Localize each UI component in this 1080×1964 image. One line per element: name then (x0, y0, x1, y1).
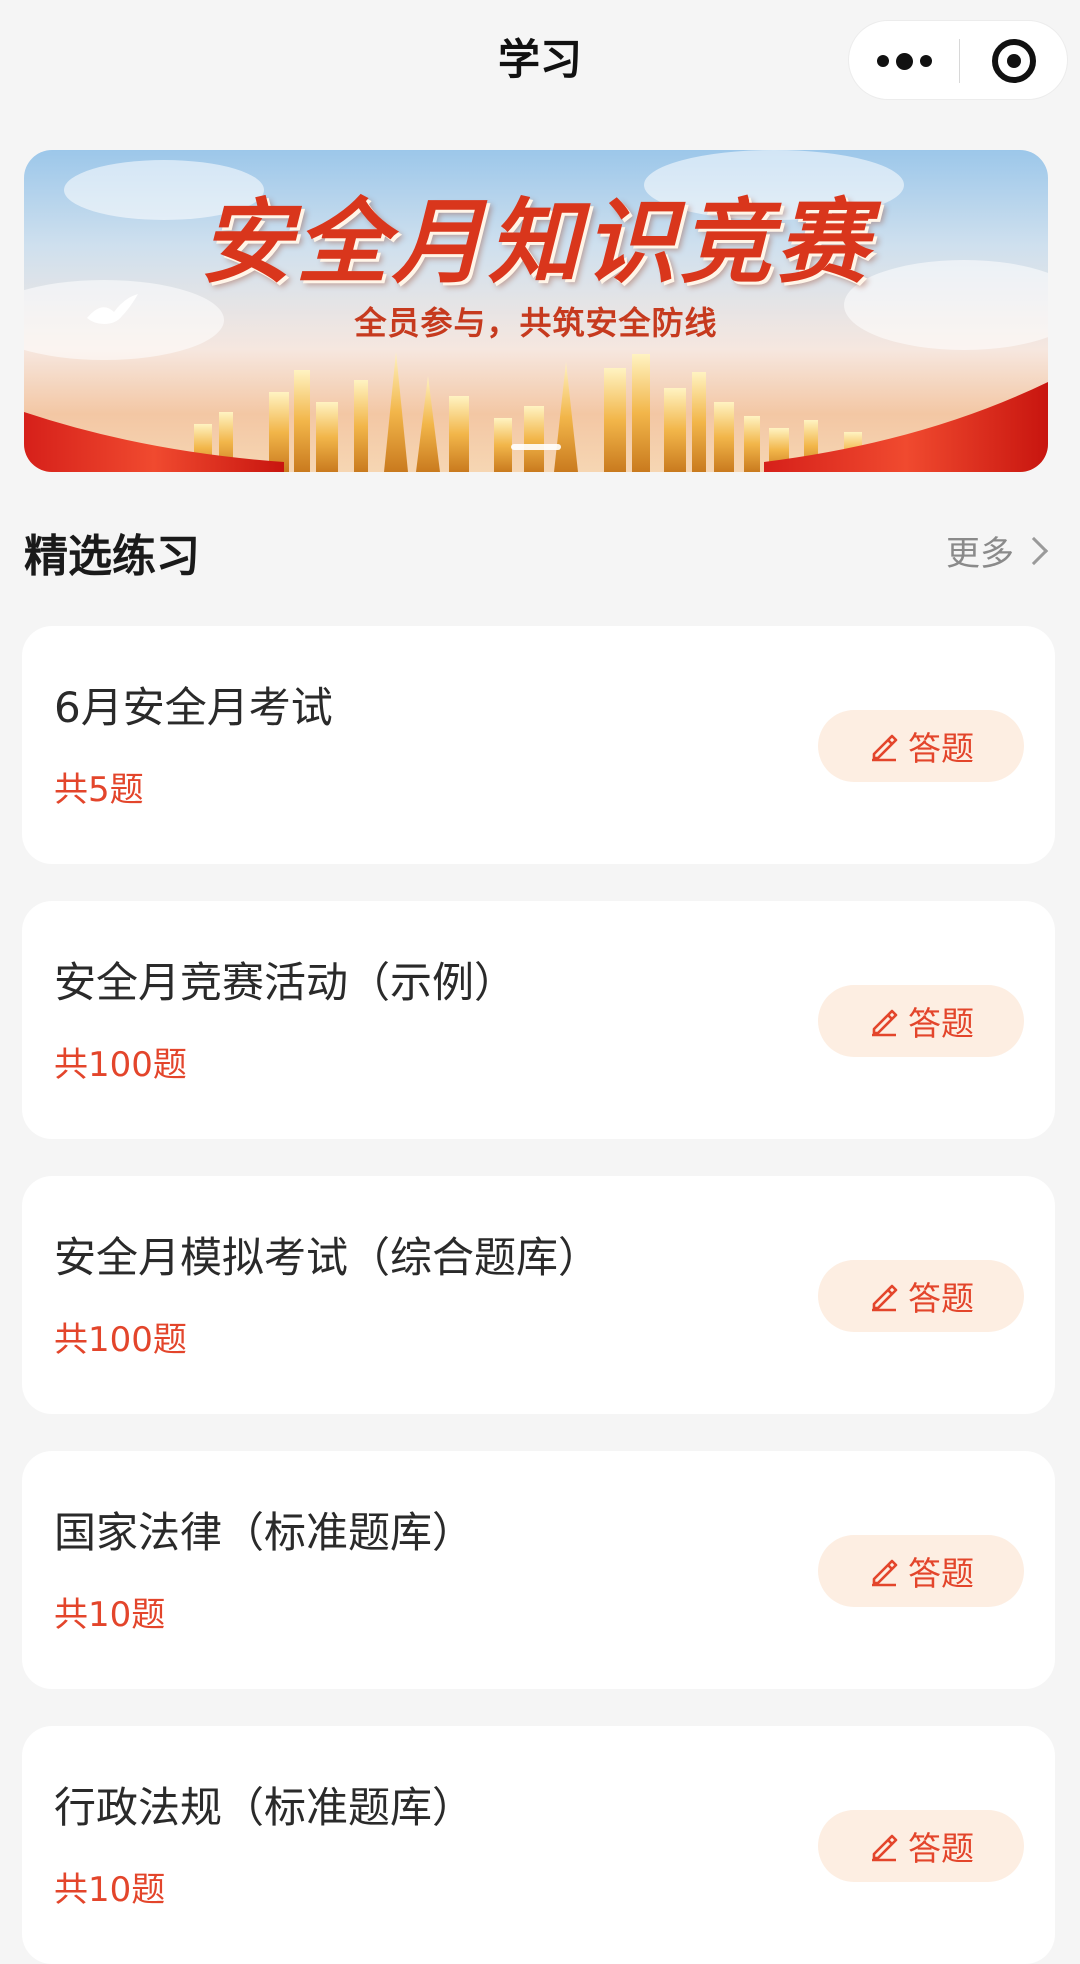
question-count: 共10题 (54, 1870, 166, 1910)
banner-carousel[interactable]: 安全月知识竞赛 全员参与，共筑安全防线 (24, 150, 1048, 472)
answer-button-label: 答题 (908, 1004, 974, 1043)
practice-title: 安全月模拟考试（综合题库） (54, 1233, 601, 1282)
practice-card[interactable]: 行政法规（标准题库） 共10题 答题 (22, 1726, 1055, 1964)
answer-button-label: 答题 (908, 1554, 974, 1593)
question-count: 共5题 (54, 770, 144, 810)
pencil-icon (872, 1009, 898, 1037)
practice-title: 行政法规（标准题库） (54, 1783, 475, 1832)
navigation-bar: 学习 (0, 0, 1080, 118)
banner-title: 安全月知识竞赛 (199, 188, 872, 296)
answer-button-label: 答题 (908, 1829, 974, 1868)
section-header: 精选练习 更多 (24, 510, 1049, 590)
capsule-target-icon[interactable] (959, 21, 1069, 101)
answer-button[interactable]: 答题 (818, 1260, 1024, 1332)
more-link-label: 更多 (946, 534, 1014, 574)
answer-button[interactable]: 答题 (818, 710, 1024, 782)
pencil-icon (872, 1559, 898, 1587)
pencil-icon (872, 1834, 898, 1862)
practice-title: 安全月竞赛活动（示例） (54, 958, 517, 1007)
question-count: 共100题 (54, 1320, 187, 1360)
pencil-icon (872, 1284, 898, 1312)
practice-card[interactable]: 安全月模拟考试（综合题库） 共100题 答题 (22, 1176, 1055, 1414)
question-count: 共100题 (54, 1045, 187, 1085)
pencil-icon (872, 734, 898, 762)
practice-title: 6月安全月考试 (54, 683, 333, 732)
answer-button-label: 答题 (908, 729, 974, 768)
practice-card[interactable]: 安全月竞赛活动（示例） 共100题 答题 (22, 901, 1055, 1139)
more-dots-icon[interactable] (849, 21, 959, 101)
practice-card[interactable]: 6月安全月考试 共5题 答题 (22, 626, 1055, 864)
practice-title: 国家法律（标准题库） (54, 1508, 475, 1557)
answer-button[interactable]: 答题 (818, 1810, 1024, 1882)
answer-button[interactable]: 答题 (818, 1535, 1024, 1607)
answer-button[interactable]: 答题 (818, 985, 1024, 1057)
chevron-right-icon (1019, 536, 1049, 565)
more-link[interactable]: 更多 (946, 526, 1049, 575)
practice-card[interactable]: 国家法律（标准题库） 共10题 答题 (22, 1451, 1055, 1689)
section-title: 精选练习 (24, 531, 200, 582)
carousel-indicator[interactable] (511, 444, 561, 450)
question-count: 共10题 (54, 1595, 166, 1635)
city-skyline-illustration (24, 352, 1048, 472)
mini-program-capsule (848, 20, 1068, 100)
answer-button-label: 答题 (908, 1279, 974, 1318)
